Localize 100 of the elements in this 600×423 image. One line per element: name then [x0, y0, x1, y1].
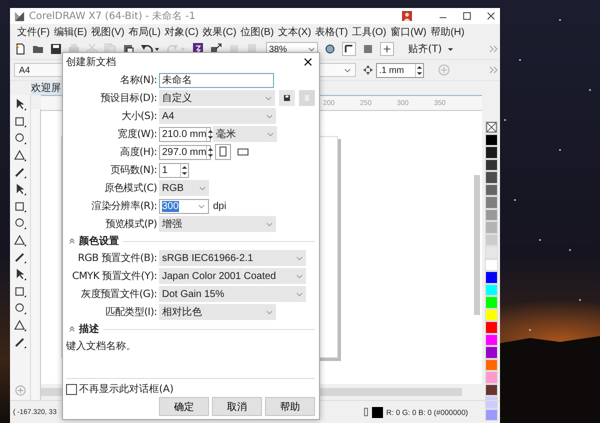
color-swatch[interactable]	[485, 208, 498, 221]
color-swatch[interactable]	[485, 334, 498, 346]
menu-item[interactable]: 文件(F)	[17, 24, 50, 38]
chevron-down-icon	[198, 204, 205, 208]
field-label: 宽度(W):	[116, 128, 157, 141]
color-swatch[interactable]	[485, 184, 498, 196]
rectangle-tool-icon[interactable]	[14, 200, 26, 213]
close-icon[interactable]	[486, 11, 496, 21]
document-tab[interactable]: 欢迎屏	[31, 82, 61, 95]
color-swatch[interactable]	[485, 158, 498, 171]
vertical-scrollbar[interactable]	[474, 175, 480, 315]
color-swatch[interactable]	[485, 234, 498, 246]
preset-dropdown[interactable]: 自定义	[159, 90, 276, 106]
app-logo-icon	[14, 10, 25, 22]
dropdown[interactable]: 相对比色	[159, 304, 276, 320]
menu-item[interactable]: 表格(T)	[315, 24, 348, 38]
color-swatch[interactable]	[485, 384, 498, 396]
close-icon[interactable]	[303, 57, 313, 67]
width-field[interactable]: 210.0 mm	[159, 126, 211, 142]
collapse-icon[interactable]	[69, 238, 75, 244]
color-swatch[interactable]	[485, 346, 498, 358]
undo-icon[interactable]	[140, 43, 160, 55]
height-field[interactable]: 297.0 mm	[159, 144, 211, 160]
chevron-down-icon	[267, 132, 274, 136]
chevron-down-icon	[266, 310, 273, 314]
menu-item[interactable]: 编辑(E)	[54, 24, 88, 38]
folder-icon[interactable]	[32, 43, 44, 55]
checkbox[interactable]	[66, 384, 77, 394]
color-swatch[interactable]	[485, 321, 498, 334]
chevron-down-icon	[344, 68, 351, 72]
field-label: 预览模式(P)	[104, 218, 157, 231]
color-swatch[interactable]	[485, 134, 498, 146]
menu-item[interactable]: 窗口(W)	[390, 24, 427, 38]
rulers-icon[interactable]	[342, 42, 356, 56]
menu-item[interactable]: 对象(C)	[164, 24, 199, 38]
dropdown[interactable]: 增强	[159, 216, 276, 232]
dropdown[interactable]: RGB	[159, 180, 209, 196]
name-field[interactable]: 未命名	[159, 72, 274, 88]
new-document-icon[interactable]	[14, 43, 26, 55]
menu-item[interactable]: 工具(O)	[352, 24, 386, 38]
field-label: 预设目标(D):	[100, 92, 157, 105]
dropdown[interactable]: A4	[159, 108, 276, 124]
checkbox-label: 不再显示此对话框(A)	[79, 382, 174, 396]
guidelines-icon[interactable]	[380, 42, 394, 56]
cancel-button[interactable]: 取消	[212, 397, 262, 416]
field-label: RGB 预置文件(B):	[76, 252, 157, 265]
color-swatch[interactable]	[485, 308, 498, 321]
dropdown[interactable]: Japan Color 2001 Coated	[159, 268, 306, 284]
pages-field[interactable]: 1	[159, 162, 189, 178]
color-swatch[interactable]	[485, 271, 498, 284]
color-swatch[interactable]	[485, 246, 498, 258]
color-swatch[interactable]	[485, 258, 498, 271]
color-swatch[interactable]	[485, 396, 498, 408]
color-swatch[interactable]	[485, 358, 498, 371]
no-color-swatch[interactable]	[485, 121, 498, 134]
dropdown[interactable]: Dot Gain 15%	[159, 286, 306, 302]
color-swatch[interactable]	[485, 146, 498, 158]
color-swatch[interactable]	[485, 296, 498, 308]
portrait-icon[interactable]	[215, 144, 231, 160]
chevron-down-icon	[308, 46, 315, 52]
resolution-dropdown[interactable]: 300	[159, 198, 209, 214]
chevron-down-icon	[266, 222, 273, 226]
help-button[interactable]: 帮助	[265, 397, 315, 416]
menu-item[interactable]: 布局(L)	[128, 24, 161, 38]
menu-item[interactable]: 位图(B)	[240, 24, 274, 38]
spinner-icon[interactable]	[415, 64, 423, 76]
polygon-tool-icon[interactable]	[14, 234, 26, 247]
chevron-down-icon	[296, 274, 303, 278]
chevron-down-icon	[296, 256, 303, 260]
dropdown[interactable]: sRGB IEC61966-2.1	[159, 250, 306, 266]
save-icon[interactable]	[50, 43, 62, 55]
menu-item[interactable]: 文本(X)	[278, 24, 312, 38]
field-label: 页码数(N):	[109, 164, 157, 177]
nudge-field[interactable]: .1 mm	[376, 62, 424, 78]
menu-item[interactable]: 视图(V)	[91, 24, 124, 38]
user-icon[interactable]	[402, 11, 412, 21]
chevron-down-icon	[265, 96, 272, 100]
nudge-icon	[362, 64, 374, 76]
field-label: 名称(N):	[119, 74, 157, 87]
ellipse-tool-icon[interactable]	[14, 217, 26, 230]
color-swatch[interactable]	[485, 408, 498, 421]
field-label: 渲染分辨率(R):	[90, 200, 157, 213]
spinner-icon[interactable]	[180, 164, 188, 176]
snap-dropdown[interactable]: 贴齐(T)	[408, 42, 454, 56]
color-swatch[interactable]	[485, 171, 498, 184]
menu-item[interactable]: 帮助(H)	[430, 24, 464, 38]
color-swatch[interactable]	[485, 371, 498, 384]
collapse-icon[interactable]	[69, 326, 75, 332]
pen-icon	[363, 407, 370, 417]
color-swatch[interactable]	[485, 196, 498, 208]
menu-item[interactable]: 效果(C)	[202, 24, 236, 38]
unit-dropdown[interactable]: 毫米	[213, 126, 277, 142]
ok-button[interactable]: 确定	[159, 397, 209, 416]
color-swatch[interactable]	[485, 284, 498, 296]
spinner-icon[interactable]	[206, 146, 214, 158]
window-title: CorelDRAW X7 (64-Bit) - 未命名 -1	[29, 10, 196, 23]
color-swatch[interactable]	[485, 221, 498, 234]
save-icon[interactable]	[279, 90, 296, 106]
maximize-icon[interactable]	[462, 11, 472, 21]
field-label: 大小(S):	[120, 110, 157, 123]
